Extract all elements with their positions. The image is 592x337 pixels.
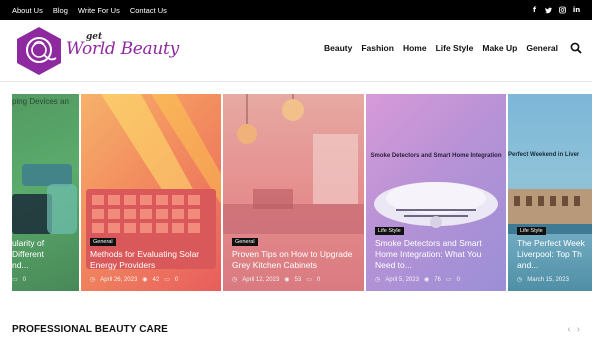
nav-item-life-style[interactable]: Life Style	[436, 43, 474, 53]
comments-icon: ▭	[12, 277, 18, 283]
main-nav: Beauty Fashion Home Life Style Make Up G…	[324, 43, 558, 53]
top-link-about[interactable]: About Us	[12, 6, 43, 15]
slider-card[interactable]: ping Devices an ularity of Different nd...…	[12, 94, 79, 291]
search-icon[interactable]	[570, 42, 582, 54]
clock-icon: ◷	[375, 277, 381, 283]
nav-item-fashion[interactable]: Fashion	[361, 43, 394, 53]
card-title[interactable]: Proven Tips on How to Upgrade Grey Kitch…	[232, 249, 356, 271]
clock-icon: ◷	[517, 277, 523, 283]
devices-illustration	[12, 164, 77, 234]
logo-hexagon-icon	[17, 27, 61, 75]
top-link-contact[interactable]: Contact Us	[130, 6, 167, 15]
card-date: April 12, 2023	[242, 276, 280, 283]
card-title[interactable]: Methods for Evaluating Solar Energy Prov…	[90, 249, 213, 271]
card-image-caption: ping Devices an	[12, 97, 69, 106]
category-badge[interactable]: Life Style	[375, 227, 404, 235]
instagram-icon[interactable]	[559, 6, 566, 14]
nav-item-home[interactable]: Home	[403, 43, 427, 53]
card-title[interactable]: ularity of Different nd...	[12, 238, 71, 271]
logo-brand-text: World Beauty	[66, 39, 179, 59]
clock-icon: ◷	[232, 277, 238, 283]
card-views: 53	[294, 276, 302, 283]
category-badge[interactable]: General	[90, 238, 116, 246]
card-comments: 0	[456, 276, 460, 283]
card-views: 76	[434, 276, 441, 283]
social-links: f in	[531, 0, 580, 20]
linkedin-icon[interactable]: in	[573, 6, 580, 14]
section-title: PROFESSIONAL BEAUTY CARE	[12, 324, 168, 335]
card-comments: 0	[174, 276, 179, 283]
site-header: get World Beauty Beauty Fashion Home Lif…	[0, 20, 592, 82]
nav-item-make-up[interactable]: Make Up	[482, 43, 517, 53]
nav-item-beauty[interactable]: Beauty	[324, 43, 352, 53]
top-bar: About Us Blog Write For Us Contact Us f …	[0, 0, 592, 20]
views-icon: ◉	[284, 277, 290, 283]
slider-card[interactable]: Perfect Weekend in Liver Life Style The …	[508, 94, 592, 291]
card-date: April 5, 2023	[385, 276, 419, 283]
card-views: 42	[152, 276, 160, 283]
card-date: March 15, 2023	[527, 276, 569, 283]
prev-arrow-icon[interactable]: ‹	[567, 324, 570, 335]
top-link-blog[interactable]: Blog	[53, 6, 68, 15]
views-icon: ◉	[142, 277, 148, 283]
views-icon: ◉	[423, 277, 430, 283]
card-image-caption: Smoke Detectors and Smart Home Integrati…	[370, 153, 502, 159]
comments-icon: ▭	[445, 277, 452, 283]
comments-icon: ▭	[306, 277, 312, 283]
facebook-icon[interactable]: f	[531, 6, 538, 14]
clock-icon: ◷	[90, 277, 96, 283]
category-badge[interactable]: Life Style	[517, 227, 546, 235]
next-arrow-icon[interactable]: ›	[577, 324, 580, 335]
top-link-write-for-us[interactable]: Write For Us	[78, 6, 120, 15]
featured-slider: ping Devices an ularity of Different nd...…	[0, 94, 592, 291]
top-nav: About Us Blog Write For Us Contact Us	[12, 0, 167, 20]
site-logo[interactable]: get World Beauty	[14, 25, 179, 77]
comments-icon: ▭	[164, 277, 170, 283]
card-title[interactable]: Smoke Detectors and Smart Home Integrati…	[375, 238, 498, 271]
twitter-icon[interactable]	[545, 6, 552, 14]
card-comments: 0	[316, 276, 321, 283]
section-arrows: ‹ ›	[567, 324, 580, 335]
card-image-caption: Perfect Weekend in Liver	[508, 152, 580, 158]
slider-card[interactable]: General Proven Tips on How to Upgrade Gr…	[223, 94, 364, 291]
card-title[interactable]: The Perfect Week Liverpool: Top Th and...	[517, 238, 585, 271]
nav-item-general[interactable]: General	[526, 43, 558, 53]
card-comments: 0	[22, 276, 27, 283]
category-badge[interactable]: General	[232, 238, 258, 246]
slider-card[interactable]: General Methods for Evaluating Solar Ene…	[81, 94, 221, 291]
card-date: April 26, 2023	[100, 276, 138, 283]
slider-card[interactable]: Smoke Detectors and Smart Home Integrati…	[366, 94, 506, 291]
